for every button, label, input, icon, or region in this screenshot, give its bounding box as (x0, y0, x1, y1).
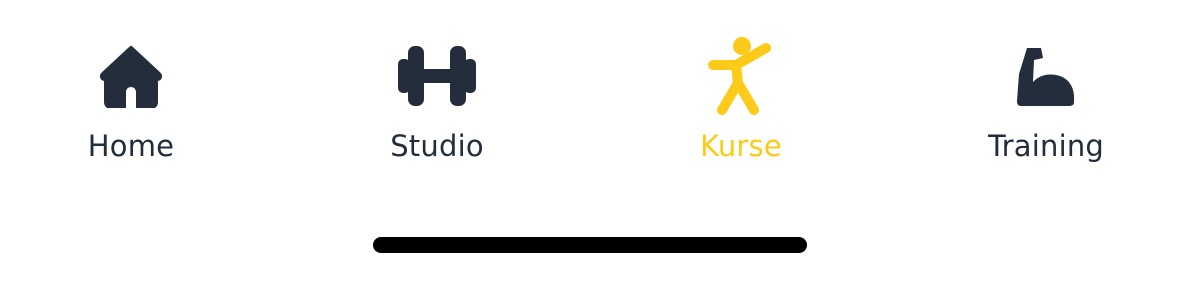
tab-home[interactable]: Home (31, 34, 231, 174)
home-icon (99, 34, 163, 118)
tab-studio-label: Studio (390, 129, 484, 163)
home-indicator[interactable] (373, 237, 807, 253)
tab-kurse[interactable]: Kurse (641, 34, 841, 174)
tab-training[interactable]: Training (946, 34, 1146, 174)
dumbbell-icon (398, 34, 476, 118)
tab-home-label: Home (87, 129, 175, 163)
tab-training-label: Training (987, 129, 1105, 163)
flexed-biceps-icon (1015, 34, 1077, 118)
bottom-tab-bar: Home Studio Kurse Training (0, 0, 1178, 300)
person-stretching-icon (708, 34, 774, 118)
tab-kurse-label: Kurse (700, 129, 782, 163)
tab-studio[interactable]: Studio (337, 34, 537, 174)
